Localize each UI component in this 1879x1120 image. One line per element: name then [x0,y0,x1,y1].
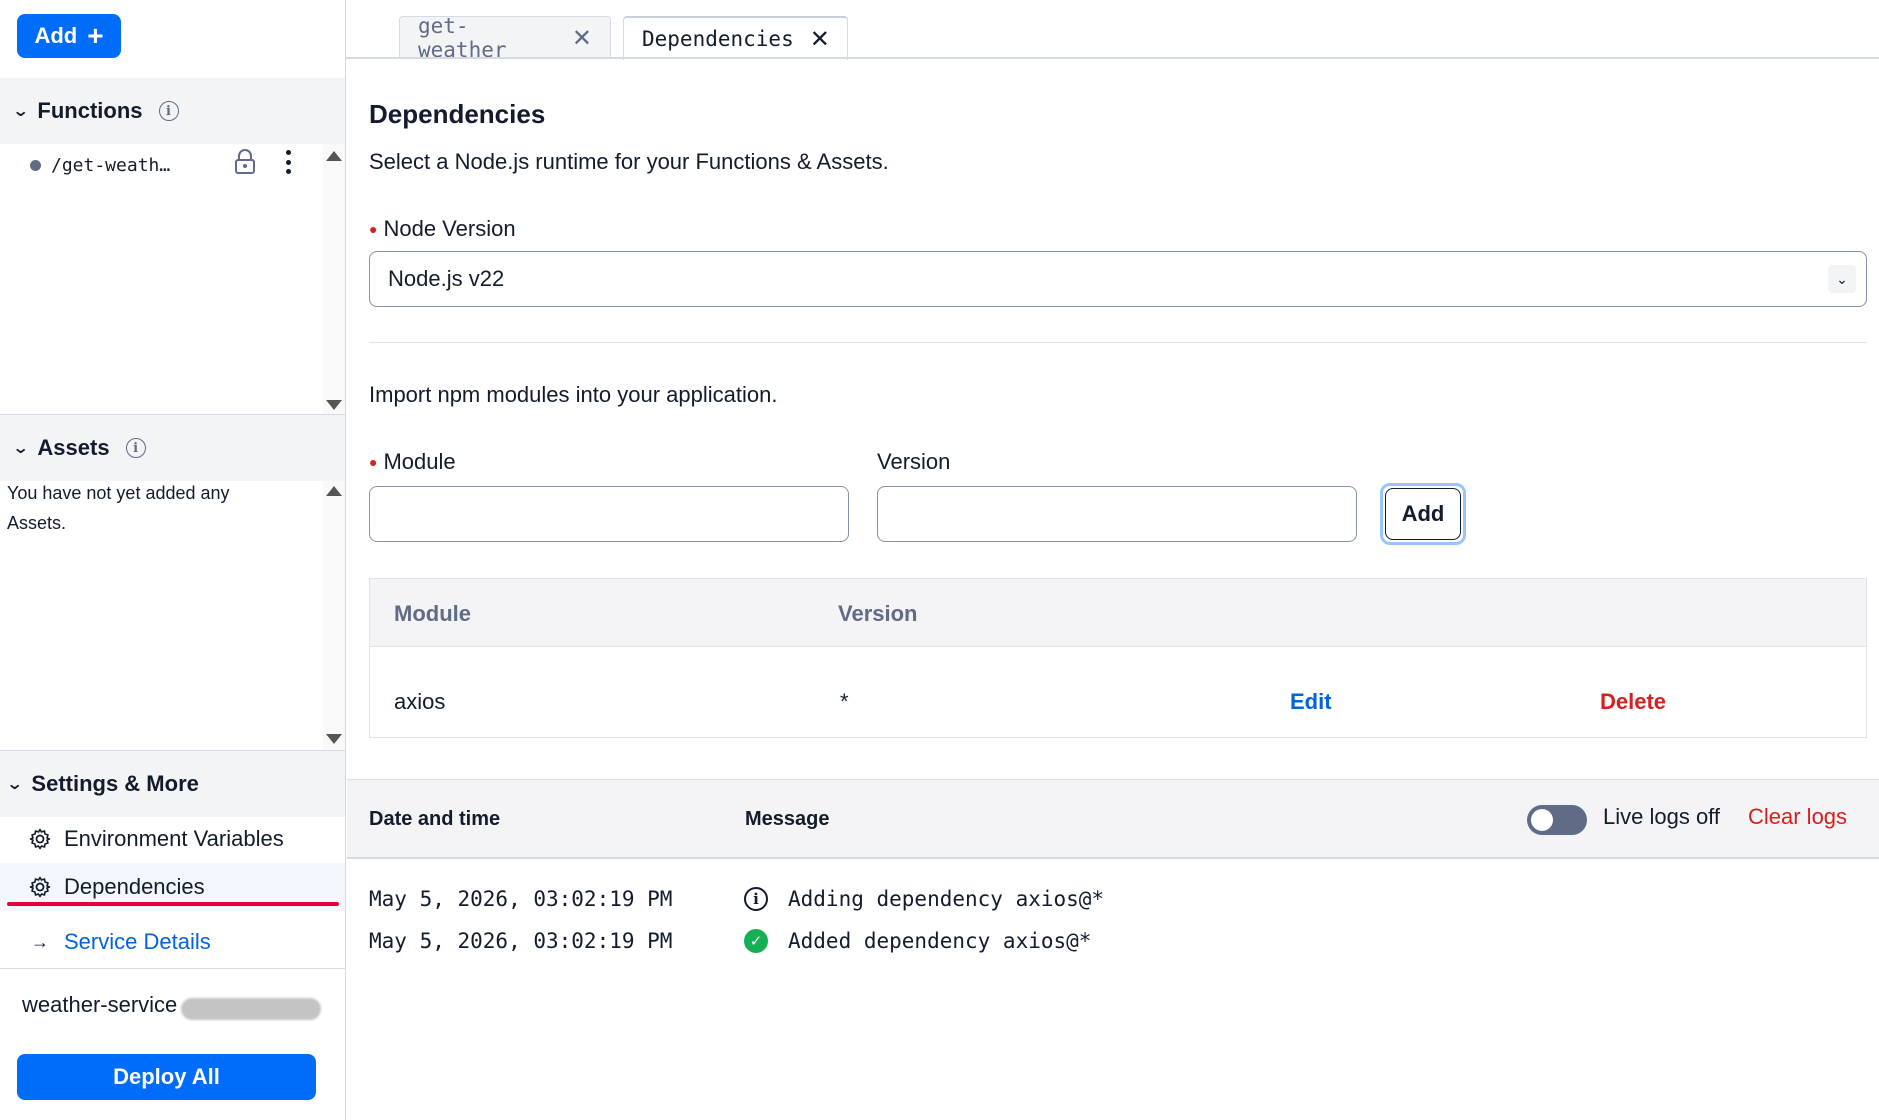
column-header-module: Module [394,601,471,626]
visibility-lock-icon[interactable] [232,148,258,176]
log-time: May 5, 2026, 03:02:19 PM [369,929,673,953]
functions-section-header: ⌄ Functions i [0,78,345,144]
tab-get-weather[interactable]: get-weather ✕ [399,14,611,62]
divider [0,968,345,969]
main-panel: Dependencies Select a Node.js runtime fo… [347,59,1879,1120]
settings-title: Settings & More [31,771,199,796]
active-underline [7,902,339,906]
assets-empty-text: You have not yet added any Assets. [7,483,230,533]
tab-dependencies[interactable]: Dependencies ✕ [623,16,848,60]
node-version-label-text: Node Version [383,216,516,241]
add-button[interactable]: Add + [17,14,121,58]
service-name: weather-service [22,992,178,1017]
add-module-label: Add [1385,488,1461,540]
dependencies-table: Module Version axios * Edit Delete [369,578,1867,738]
chevron-down-icon: ⌄ [1828,265,1856,293]
settings-item-label: Environment Variables [64,826,284,851]
edit-link[interactable]: Edit [1290,689,1332,715]
module-label-text: Module [383,449,456,474]
settings-section-header: ⌄ Settings & More [0,751,345,817]
module-label: ● Module [369,449,456,475]
live-logs-label: Live logs off [1603,804,1721,829]
logs-header: Date and time Message Live logs off Clea… [347,779,1879,859]
tab-label: get-weather [418,13,507,62]
required-icon: ● [369,454,378,470]
more-options-icon[interactable] [284,150,292,174]
assets-scrollbar[interactable] [323,481,345,751]
scroll-up-arrow[interactable] [326,486,342,496]
import-text: Import npm modules into your application… [369,382,778,407]
assets-toggle[interactable]: ⌄ Assets i [0,415,146,481]
version-label: Version [877,449,951,474]
chevron-down-icon: ⌄ [11,103,30,120]
tab-label: Dependencies [642,27,794,51]
function-path: /get-weath… [51,154,171,176]
status-dot [30,159,41,171]
page-subtitle: Select a Node.js runtime for your Functi… [369,149,889,174]
node-version-value: Node.js v22 [388,266,505,291]
settings-item-label: Dependencies [64,874,205,899]
functions-title: Functions [37,98,143,123]
close-icon[interactable]: ✕ [572,24,592,52]
version-cell: * [840,689,849,714]
module-input[interactable] [369,486,849,542]
functions-toggle[interactable]: ⌄ Functions i [0,78,179,144]
gear-icon [29,828,51,850]
log-time: May 5, 2026, 03:02:19 PM [369,887,673,911]
live-logs-toggle[interactable] [1527,805,1587,835]
scroll-up-arrow[interactable] [326,151,342,161]
logs-column-message: Message [745,808,830,830]
functions-scrollbar[interactable] [323,144,345,414]
toggle-knob [1531,809,1553,831]
redacted-domain [181,998,321,1020]
table-header: Module Version [370,579,1866,647]
chevron-down-icon: ⌄ [5,776,24,793]
logs-column-time: Date and time [369,808,501,830]
settings-toggle[interactable]: ⌄ Settings & More [0,751,199,817]
node-version-select[interactable]: Node.js v22 ⌄ [369,251,1867,307]
log-message: Adding dependency axios@* [788,887,1105,911]
column-header-version: Version [838,601,918,626]
gear-icon [29,876,51,898]
add-button-label: Add [34,23,78,48]
module-cell: axios [394,689,446,714]
assets-title: Assets [37,435,110,460]
service-details-link[interactable]: Service Details [64,929,211,955]
settings-item-environment-variables[interactable]: Environment Variables [0,815,345,863]
node-version-label: ● Node Version [369,216,516,242]
required-icon: ● [369,221,378,237]
log-message: Added dependency axios@* [788,929,1092,953]
info-icon[interactable]: i [158,101,179,121]
function-item[interactable]: /get-weath… [30,150,310,180]
section-divider [369,342,1867,343]
assets-section-header: ⌄ Assets i [0,415,345,481]
log-entry: May 5, 2026, 03:02:19 PM ✓ Added depende… [369,925,1091,957]
sidebar: Add + ⌄ Functions i /get-weath… ⌄ Assets… [0,0,346,1120]
scroll-down-arrow[interactable] [326,400,342,410]
arrow-right-icon: → [31,931,49,952]
deploy-all-button[interactable]: Deploy All [17,1054,316,1100]
info-icon[interactable]: i [125,438,146,458]
scroll-down-arrow[interactable] [326,734,342,744]
page-title: Dependencies [369,99,546,129]
info-icon: i [744,887,768,911]
plus-icon: + [87,20,104,51]
delete-link[interactable]: Delete [1600,689,1666,715]
version-input[interactable] [877,486,1357,542]
add-module-button[interactable]: Add [1380,483,1466,545]
close-icon[interactable]: ✕ [810,25,830,53]
check-circle-icon: ✓ [744,929,768,953]
clear-logs-button[interactable]: Clear logs [1748,804,1847,830]
log-entry: May 5, 2026, 03:02:19 PM i Adding depend… [369,883,1104,915]
settings-item-service-details[interactable]: → Service Details [0,918,345,966]
chevron-down-icon: ⌄ [11,440,30,457]
